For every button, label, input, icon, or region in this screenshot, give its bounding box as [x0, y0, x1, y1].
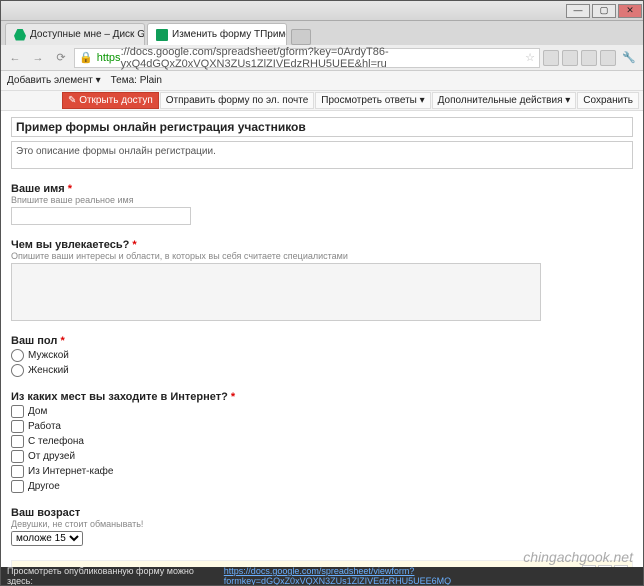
wrench-icon[interactable]: 🔧: [619, 49, 639, 67]
where-friends-checkbox[interactable]: [11, 450, 24, 463]
name-text-input[interactable]: [11, 207, 191, 225]
url-input[interactable]: 🔒 https ://docs.google.com/spreadsheet/g…: [74, 48, 540, 68]
drive-icon: [14, 29, 26, 41]
theme-menu[interactable]: Тема: Plain: [111, 75, 162, 86]
app-window: — ▢ ✕ Доступные мне – Диск Goo × Изменит…: [0, 0, 644, 586]
question-gender: Ваш пол * Мужской Женский: [11, 335, 633, 377]
save-button[interactable]: Сохранить: [577, 92, 639, 109]
new-tab-button[interactable]: [291, 29, 311, 45]
more-actions-button[interactable]: Дополнительные действия ▾: [432, 92, 577, 109]
bookmark-star-icon[interactable]: ☆: [525, 51, 535, 64]
hobby-textarea[interactable]: [11, 263, 541, 321]
tab-label: Доступные мне – Диск Goo: [30, 29, 145, 40]
extension-icon[interactable]: [581, 50, 597, 66]
gender-male-radio[interactable]: [11, 349, 24, 362]
where-home-checkbox[interactable]: [11, 405, 24, 418]
question-name: Ваше имя * Впишите ваше реальное имя: [11, 183, 633, 225]
age-select[interactable]: моложе 15: [11, 531, 83, 546]
where-other-checkbox[interactable]: [11, 480, 24, 493]
gender-female-radio[interactable]: [11, 364, 24, 377]
email-form-button[interactable]: Отправить форму по эл. почте: [160, 92, 315, 109]
nav-forward-button[interactable]: →: [28, 49, 48, 67]
watermark: chingachgook.net: [523, 549, 633, 565]
browser-addressbar: ← → ⟳ 🔒 https ://docs.google.com/spreads…: [1, 45, 643, 71]
share-button[interactable]: ✎ Открыть доступ: [62, 92, 159, 109]
app-menubar: Добавить элемент ▾ Тема: Plain: [1, 71, 643, 91]
question-where: Из каких мест вы заходите в Интернет? * …: [11, 391, 633, 493]
where-cafe-checkbox[interactable]: [11, 465, 24, 478]
lock-icon: 🔒: [79, 51, 93, 64]
app-toolbar: ✎ Открыть доступ Отправить форму по эл. …: [1, 91, 643, 111]
browser-tabstrip: Доступные мне – Диск Goo × Изменить форм…: [1, 21, 643, 45]
where-phone-checkbox[interactable]: [11, 435, 24, 448]
published-form-link[interactable]: https://docs.google.com/spreadsheet/view…: [224, 566, 637, 586]
nav-reload-button[interactable]: ⟳: [51, 49, 71, 67]
extension-icon[interactable]: [543, 50, 559, 66]
browser-tab-form[interactable]: Изменить форму ТПример ф ×: [147, 23, 287, 45]
extension-icon[interactable]: [600, 50, 616, 66]
form-title-input[interactable]: Пример формы онлайн регистрация участник…: [11, 117, 633, 137]
window-close-button[interactable]: ✕: [618, 4, 642, 18]
question-age: Ваш возраст Девушки, не стоит обманывать…: [11, 507, 633, 546]
spreadsheet-icon: [156, 29, 168, 41]
add-element-menu[interactable]: Добавить элемент ▾: [7, 75, 101, 86]
tab-label: Изменить форму ТПример ф: [172, 29, 287, 40]
window-minimize-button[interactable]: —: [566, 4, 590, 18]
url-https: https: [97, 52, 121, 64]
extension-icon[interactable]: [562, 50, 578, 66]
url-rest: ://docs.google.com/spreadsheet/gform?key…: [121, 46, 526, 70]
window-maximize-button[interactable]: ▢: [592, 4, 616, 18]
where-work-checkbox[interactable]: [11, 420, 24, 433]
question-hobby: Чем вы увлекаетесь? * Опишите ваши интер…: [11, 239, 633, 321]
nav-back-button[interactable]: ←: [5, 49, 25, 67]
form-description-input[interactable]: Это описание формы онлайн регистрации.: [11, 141, 633, 169]
status-bar: Просмотреть опубликованную форму можно з…: [1, 567, 643, 585]
required-marker: *: [68, 183, 72, 195]
os-titlebar: — ▢ ✕: [1, 1, 643, 21]
form-editor: Пример формы онлайн регистрация участник…: [1, 111, 643, 567]
view-responses-button[interactable]: Просмотреть ответы ▾: [315, 92, 430, 109]
browser-tab-drive[interactable]: Доступные мне – Диск Goo ×: [5, 23, 145, 45]
